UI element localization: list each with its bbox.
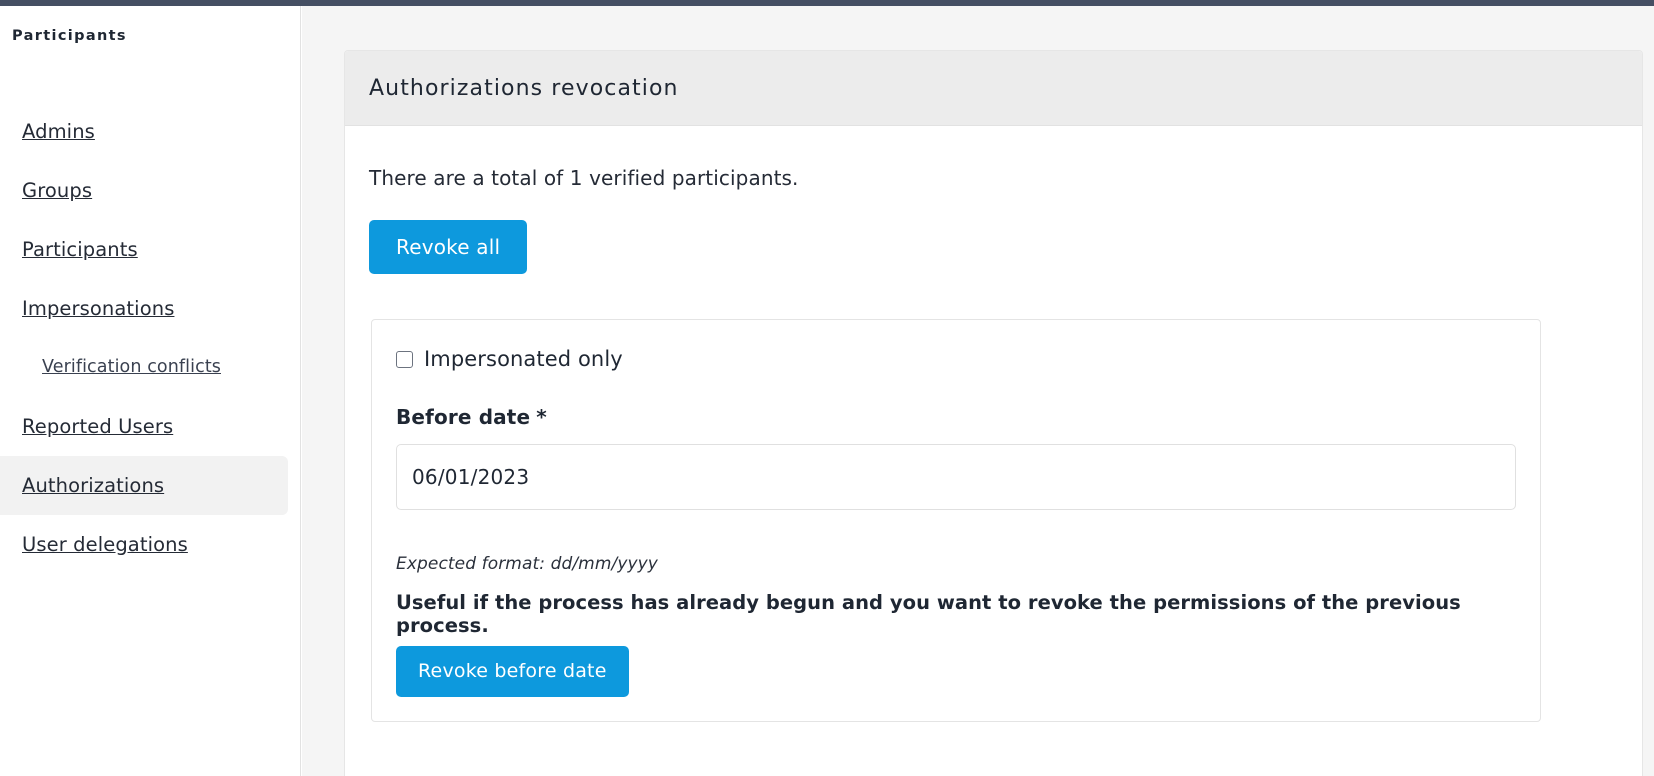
sidebar-item-groups[interactable]: Groups: [0, 161, 300, 220]
authorizations-revocation-card: Authorizations revocation There are a to…: [344, 50, 1643, 776]
revoke-before-date-note: Useful if the process has already begun …: [396, 591, 1461, 637]
revoke-before-date-panel: Impersonated only Before date* Expected …: [371, 319, 1541, 722]
sidebar-item-impersonations[interactable]: Impersonations: [0, 279, 300, 338]
sidebar: Participants Admins Groups Participants …: [0, 6, 301, 776]
main-content: Authorizations revocation There are a to…: [302, 6, 1654, 776]
page-title: Authorizations revocation: [369, 75, 679, 101]
revoke-all-button[interactable]: Revoke all: [369, 220, 528, 274]
sidebar-item-admins[interactable]: Admins: [0, 102, 300, 161]
sidebar-item-verification-conflicts[interactable]: Verification conflicts: [0, 338, 300, 397]
app-root: Participants Admins Groups Participants …: [0, 0, 1654, 776]
sidebar-nav: Admins Groups Participants Impersonation…: [0, 102, 300, 574]
revoke-before-date-button-wrap: Revoke before date: [396, 646, 1516, 697]
before-date-label: Before date *: [396, 405, 1516, 429]
impersonated-only-row: Impersonated only: [396, 347, 1516, 371]
sidebar-item-user-delegations[interactable]: User delegations: [0, 515, 300, 574]
before-date-input[interactable]: [396, 444, 1516, 510]
expected-format-hint: Expected format: dd/mm/yyyy: [396, 554, 658, 574]
sidebar-section-title: Participants: [12, 28, 127, 44]
impersonated-only-checkbox[interactable]: [396, 350, 413, 368]
sidebar-item-reported-users[interactable]: Reported Users: [0, 397, 300, 456]
top-navigation-bar: [0, 0, 1654, 6]
card-header: Authorizations revocation: [345, 51, 1642, 126]
sidebar-item-authorizations[interactable]: Authorizations: [0, 456, 288, 515]
card-body: There are a total of 1 verified particip…: [345, 126, 1642, 722]
revoke-before-date-button[interactable]: Revoke before date: [396, 646, 629, 697]
verified-participants-total: There are a total of 1 verified particip…: [369, 166, 799, 190]
sidebar-item-participants[interactable]: Participants: [0, 220, 300, 279]
required-marker: *: [536, 405, 547, 429]
impersonated-only-label[interactable]: Impersonated only: [424, 347, 623, 371]
before-date-label-text: Before date: [396, 405, 531, 429]
